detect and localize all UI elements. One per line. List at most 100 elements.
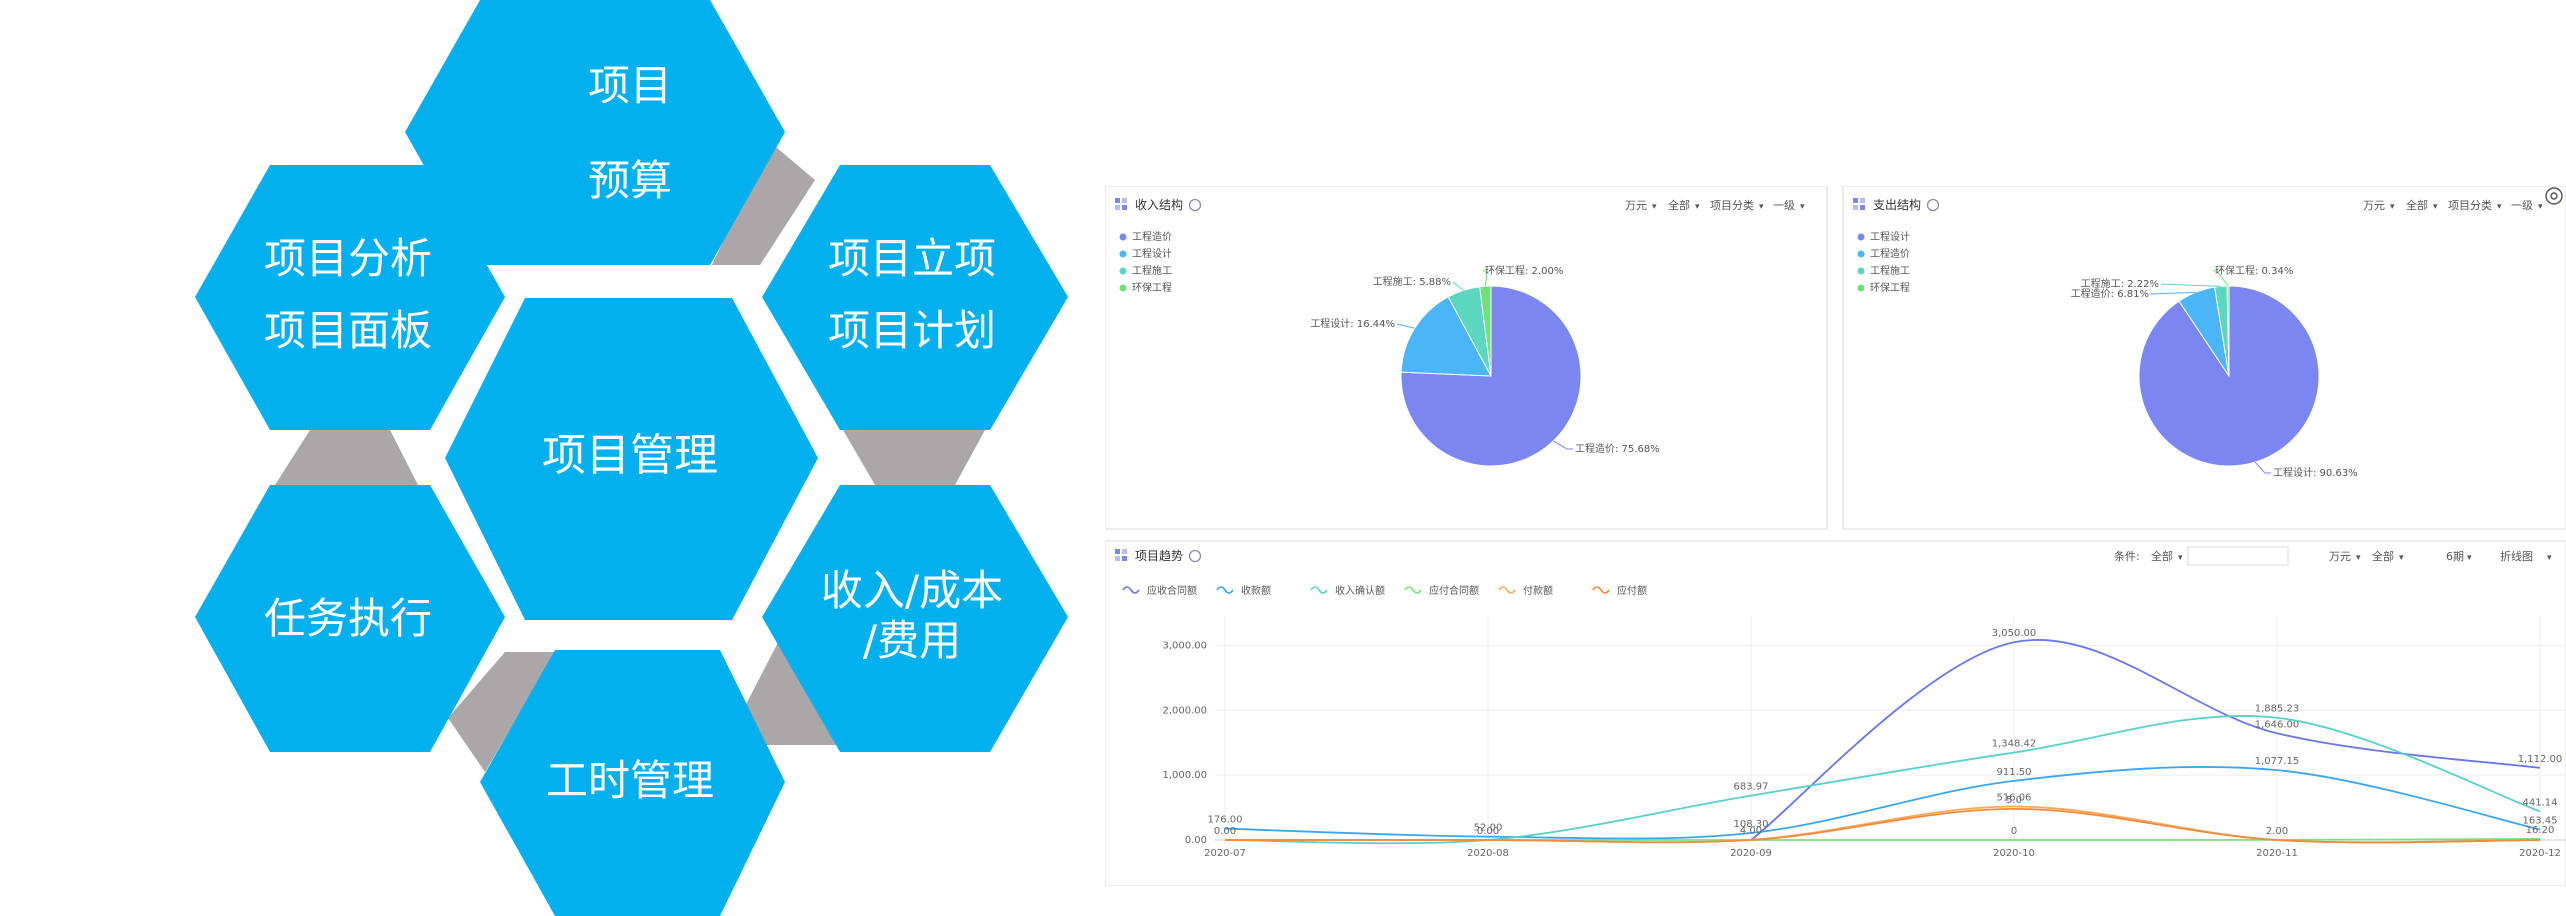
trend-data-label: 1,885.23 bbox=[2255, 704, 2300, 715]
income-legend-marker bbox=[1119, 284, 1127, 292]
trend-filter-scope-caret: ▾ bbox=[2399, 553, 2404, 563]
income-pie-label: 工程造价: 75.68% bbox=[1575, 442, 1660, 455]
connector-setup-finance bbox=[843, 430, 985, 485]
trend-data-label: 3,050.00 bbox=[1992, 628, 2037, 639]
trend-panel-title: 项目趋势 bbox=[1135, 549, 1183, 563]
project-module-diagram: 项目 预算 项目分析 项目面板 项目立项 项目计划 项目管理 任务执行 收入/成… bbox=[195, 0, 1068, 916]
trend-data-label: 16.20 bbox=[2526, 825, 2555, 836]
trend-x-tick-label: 2020-12 bbox=[2519, 848, 2561, 859]
expense-legend-item[interactable]: 环保工程 bbox=[1870, 281, 1910, 294]
trend-legend-item[interactable]: 收入确认额 bbox=[1335, 584, 1385, 597]
trend-data-label: 176.00 bbox=[1208, 815, 1243, 826]
income-legend-item[interactable]: 工程施工 bbox=[1132, 264, 1172, 277]
hex-budget-label-1: 项目 bbox=[588, 61, 672, 110]
expense-filter-level[interactable]: 一级 bbox=[2511, 199, 2533, 212]
expense-pie-label: 工程设计: 90.63% bbox=[2273, 466, 2358, 479]
expense-filter-category[interactable]: 项目分类 bbox=[2448, 198, 2492, 212]
trend-filter-chart-type[interactable]: 折线图 bbox=[2500, 549, 2533, 563]
trend-x-tick-label: 2020-07 bbox=[1204, 848, 1246, 859]
hex-analysis-label-1: 项目分析 bbox=[264, 234, 432, 283]
income-pie-label: 工程施工: 5.88% bbox=[1373, 275, 1451, 288]
hex-center-label: 项目管理 bbox=[542, 430, 718, 481]
income-filter-category[interactable]: 项目分类 bbox=[1710, 198, 1754, 212]
hex-hours-label: 工时管理 bbox=[546, 756, 714, 805]
trend-filter-chart-type-caret: ▾ bbox=[2547, 553, 2552, 563]
trend-filter-periods[interactable]: 6期 bbox=[2446, 550, 2464, 563]
trend-legend-item[interactable]: 应付额 bbox=[1617, 584, 1647, 597]
income-legend-marker bbox=[1119, 250, 1127, 258]
trend-data-label: 2.00 bbox=[2266, 826, 2288, 837]
trend-y-tick-label: 0.00 bbox=[1185, 835, 1207, 846]
income-filter-level-caret: ▾ bbox=[1800, 202, 1805, 212]
trend-condition-label: 条件: bbox=[2114, 549, 2140, 563]
trend-filter-condition[interactable]: 全部 bbox=[2151, 549, 2173, 563]
connector-task-analysis bbox=[275, 430, 418, 485]
expense-legend-marker bbox=[1857, 284, 1865, 292]
income-pie-label: 环保工程: 2.00% bbox=[1485, 264, 1563, 277]
trend-data-label: 0 bbox=[2011, 826, 2017, 837]
trend-data-label: 1,112.00 bbox=[2518, 754, 2563, 765]
income-pie-label: 工程设计: 16.44% bbox=[1310, 317, 1395, 330]
trend-condition-input[interactable] bbox=[2187, 546, 2289, 566]
trend-x-tick-label: 2020-10 bbox=[1993, 848, 2035, 859]
trend-legend-item[interactable]: 应付合同额 bbox=[1429, 584, 1479, 597]
trend-y-tick-label: 2,000.00 bbox=[1162, 705, 1207, 716]
income-filter-scope-caret: ▾ bbox=[1695, 202, 1700, 212]
hex-task-label: 任务执行 bbox=[264, 594, 432, 643]
trend-filter-periods-caret: ▾ bbox=[2467, 553, 2472, 563]
expense-legend-marker bbox=[1857, 233, 1865, 241]
income-panel-title: 收入结构 bbox=[1135, 197, 1183, 212]
hex-setup[interactable] bbox=[762, 165, 1068, 430]
trend-filter-condition-caret: ▾ bbox=[2178, 553, 2183, 563]
trend-data-label: 441.14 bbox=[2523, 797, 2558, 808]
settings-gear-icon[interactable] bbox=[2545, 187, 2563, 205]
trend-x-tick-label: 2020-08 bbox=[1467, 848, 1509, 859]
trend-y-tick-label: 1,000.00 bbox=[1162, 770, 1207, 781]
income-legend-item[interactable]: 工程造价 bbox=[1132, 230, 1172, 243]
trend-legend-item[interactable]: 应收合同额 bbox=[1147, 584, 1197, 597]
trend-data-label: 1,348.42 bbox=[1992, 739, 2037, 750]
trend-data-label: 4.00 bbox=[1740, 826, 1762, 837]
expense-filter-scope[interactable]: 全部 bbox=[2406, 198, 2428, 212]
income-filter-level[interactable]: 一级 bbox=[1773, 199, 1795, 212]
trend-panel: 项目趋势 条件: 全部 ▾ 万元 ▾ 全部 ▾ 6期 ▾ 折线图 ▾ 应收合同额… bbox=[1105, 540, 2566, 886]
trend-y-tick-label: 3,000.00 bbox=[1162, 640, 1207, 651]
trend-data-label: 1,077.15 bbox=[2255, 756, 2300, 767]
trend-data-label: 911.50 bbox=[1997, 767, 2032, 778]
hex-setup-label-1: 项目立项 bbox=[828, 234, 996, 283]
hex-finance-label-2: /费用 bbox=[863, 616, 961, 665]
income-legend-marker bbox=[1119, 233, 1127, 241]
expense-filter-unit[interactable]: 万元 bbox=[2363, 199, 2385, 212]
income-filter-category-caret: ▾ bbox=[1759, 202, 1764, 212]
trend-x-tick-label: 2020-11 bbox=[2256, 848, 2298, 859]
trend-legend-item[interactable]: 收款额 bbox=[1241, 584, 1271, 597]
expense-filter-level-caret: ▾ bbox=[2538, 202, 2543, 212]
income-filter-unit[interactable]: 万元 bbox=[1625, 199, 1647, 212]
expense-filter-unit-caret: ▾ bbox=[2390, 202, 2395, 212]
expense-legend-item[interactable]: 工程设计 bbox=[1870, 230, 1910, 243]
income-filter-unit-caret: ▾ bbox=[1652, 202, 1657, 212]
income-legend-marker bbox=[1119, 267, 1127, 275]
trend-x-tick-label: 2020-09 bbox=[1730, 848, 1772, 859]
trend-data-label: 5.0 bbox=[2006, 795, 2022, 806]
expense-pie-label: 工程施工: 2.22% bbox=[2081, 277, 2159, 290]
expense-legend-item[interactable]: 工程施工 bbox=[1870, 264, 1910, 277]
income-legend-item[interactable]: 环保工程 bbox=[1132, 281, 1172, 294]
expense-legend-marker bbox=[1857, 250, 1865, 258]
hex-budget-label-2: 预算 bbox=[588, 156, 672, 205]
hex-analysis-label-2: 项目面板 bbox=[264, 306, 432, 355]
expense-panel-title: 支出结构 bbox=[1873, 197, 1921, 212]
income-legend-item[interactable]: 工程设计 bbox=[1132, 247, 1172, 260]
expense-legend-item[interactable]: 工程造价 bbox=[1870, 247, 1910, 260]
expense-filter-scope-caret: ▾ bbox=[2433, 202, 2438, 212]
hex-setup-label-2: 项目计划 bbox=[828, 306, 996, 355]
expense-filter-category-caret: ▾ bbox=[2497, 202, 2502, 212]
income-filter-scope[interactable]: 全部 bbox=[1668, 198, 1690, 212]
income-panel: 收入结构 万元 ▾ 全部 ▾ 项目分类 ▾ 一级 ▾ 工程造价工程设计工程施工环… bbox=[1105, 186, 1828, 530]
expense-panel: 支出结构 万元 ▾ 全部 ▾ 项目分类 ▾ 一级 ▾ 工程设计工程造价工程施工环… bbox=[1842, 186, 2566, 530]
trend-filter-unit[interactable]: 万元 bbox=[2329, 550, 2351, 563]
trend-legend-item[interactable]: 付款额 bbox=[1523, 584, 1553, 597]
expense-legend-marker bbox=[1857, 267, 1865, 275]
trend-filter-scope[interactable]: 全部 bbox=[2372, 549, 2394, 563]
trend-data-label: 683.97 bbox=[1734, 782, 1769, 793]
